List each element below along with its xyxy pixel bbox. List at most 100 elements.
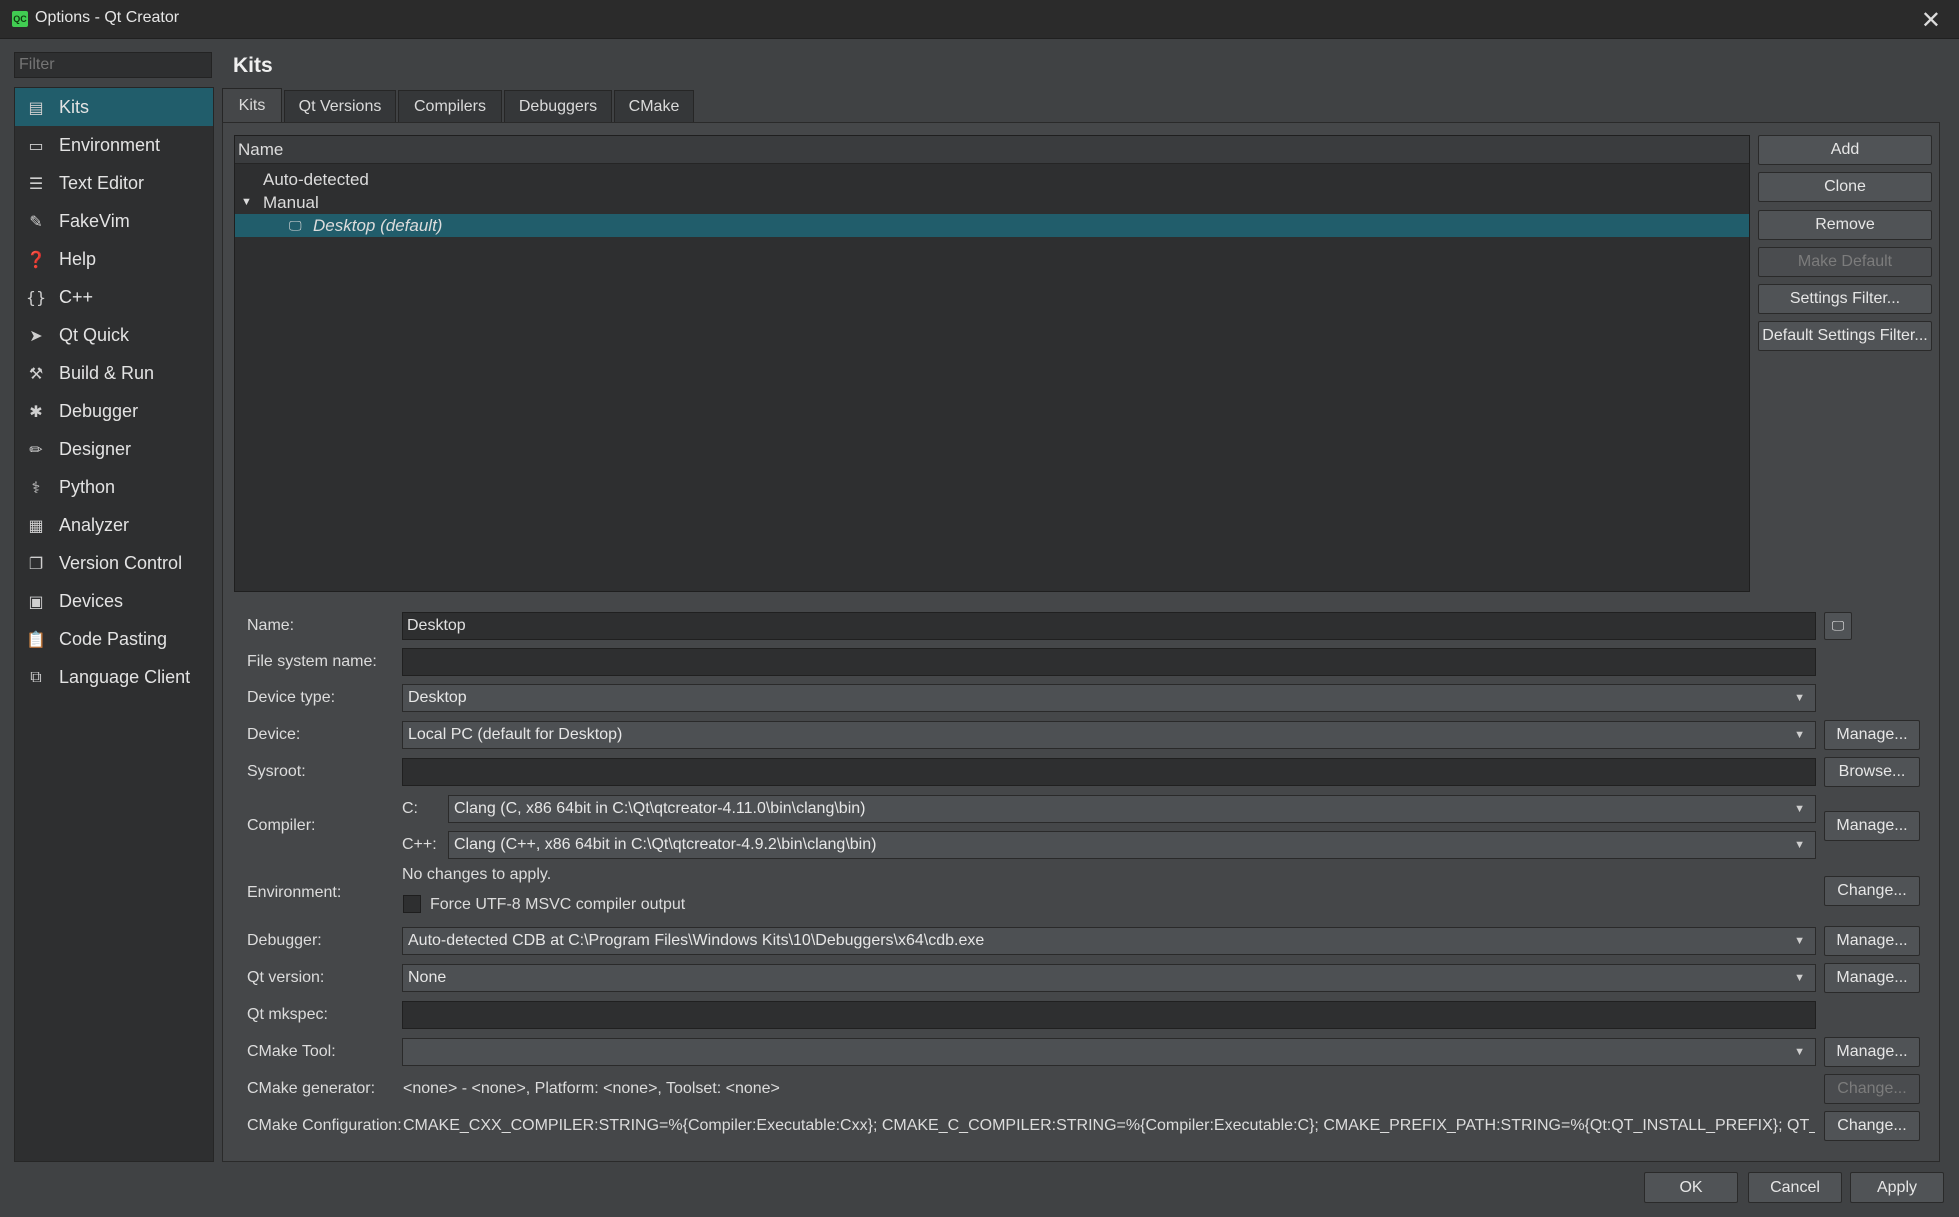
sidebar-item-qt-quick[interactable]: ➤ Qt Quick	[15, 316, 213, 354]
sidebar-item-version-control[interactable]: ❐ Version Control	[15, 544, 213, 582]
clone-button[interactable]: Clone	[1758, 172, 1932, 202]
filter-input[interactable]	[14, 52, 212, 78]
remove-button[interactable]: Remove	[1758, 210, 1932, 240]
sidebar-item-fakevim[interactable]: ✎ FakeVim	[15, 202, 213, 240]
pencil-icon: ✏	[29, 439, 43, 459]
name-field[interactable]: Desktop	[402, 612, 1816, 640]
sysroot-browse-button[interactable]: Browse...	[1824, 757, 1920, 787]
sidebar-item-label: Debugger	[59, 400, 139, 421]
window-title: Options - Qt Creator	[35, 9, 180, 26]
sidebar-item-build-run[interactable]: ⚒ Build & Run	[15, 354, 213, 392]
device-manage-button[interactable]: Manage...	[1824, 720, 1920, 750]
tree-item-label: Desktop (default)	[313, 216, 443, 235]
monitor-icon: 🖵	[1831, 618, 1845, 633]
sidebar-item-help[interactable]: ❓ Help	[15, 240, 213, 278]
qt-version-manage-button[interactable]: Manage...	[1824, 963, 1920, 993]
cpp-compiler-combo[interactable]: Clang (C++, x86 64bit in C:\Qt\qtcreator…	[448, 831, 1816, 859]
environment-change-button[interactable]: Change...	[1824, 876, 1920, 906]
tab-qt-versions[interactable]: Qt Versions	[284, 90, 396, 122]
monitor-icon: 🖵	[289, 218, 302, 233]
file-system-name-label: File system name:	[247, 653, 377, 670]
add-button[interactable]: Add	[1758, 135, 1932, 165]
debugger-value: Auto-detected CDB at C:\Program Files\Wi…	[408, 932, 985, 949]
tree-item-manual[interactable]: ▼ Manual	[235, 191, 1749, 214]
sidebar-item-cpp[interactable]: {} C++	[15, 278, 213, 316]
settings-filter-button[interactable]: Settings Filter...	[1758, 284, 1932, 314]
chevron-down-icon: ▼	[1794, 692, 1805, 704]
kit-icon-button[interactable]: 🖵	[1824, 612, 1852, 640]
tab-debuggers[interactable]: Debuggers	[504, 90, 612, 122]
chevron-down-icon: ▼	[1794, 972, 1805, 984]
qt-mkspec-field[interactable]	[402, 1001, 1816, 1029]
ok-button[interactable]: OK	[1644, 1172, 1738, 1203]
tree-item-auto-detected[interactable]: Auto-detected	[235, 168, 1749, 191]
cmake-tool-manage-button[interactable]: Manage...	[1824, 1037, 1920, 1067]
qt-mkspec-label: Qt mkspec:	[247, 1006, 328, 1023]
sidebar-item-environment[interactable]: ▭ Environment	[15, 126, 213, 164]
make-default-button[interactable]: Make Default	[1758, 247, 1932, 277]
chevron-down-icon: ▼	[1794, 935, 1805, 947]
sidebar-item-devices[interactable]: ▣ Devices	[15, 582, 213, 620]
sysroot-field[interactable]	[402, 758, 1816, 786]
help-icon: ❓	[26, 249, 46, 269]
file-system-name-field[interactable]	[402, 648, 1816, 676]
sidebar-item-label: Analyzer	[59, 514, 130, 535]
cmake-configuration-change-button[interactable]: Change...	[1824, 1111, 1920, 1141]
tree-item-desktop-kit[interactable]: 🖵 Desktop (default)	[235, 214, 1749, 237]
cpp-compiler-label: C++:	[402, 836, 437, 853]
bug-icon: ✱	[29, 401, 43, 421]
sidebar-item-label: Qt Quick	[59, 324, 130, 345]
apply-button[interactable]: Apply	[1850, 1172, 1944, 1203]
device-label: Device:	[247, 726, 301, 743]
sidebar-item-kits[interactable]: ▤ Kits	[15, 88, 213, 126]
debugger-combo[interactable]: Auto-detected CDB at C:\Program Files\Wi…	[402, 927, 1816, 955]
tree-header-name[interactable]: Name	[235, 136, 1749, 164]
cmake-tool-label: CMake Tool:	[247, 1043, 336, 1060]
title-bar: QC Options - Qt Creator ✕	[0, 0, 1959, 39]
debugger-label: Debugger:	[247, 932, 322, 949]
kits-tree[interactable]: Name Auto-detected ▼ Manual 🖵 Desktop (def…	[234, 135, 1750, 592]
default-settings-filter-button[interactable]: Default Settings Filter...	[1758, 321, 1932, 351]
sidebar-item-label: Environment	[59, 134, 161, 155]
tab-kits[interactable]: Kits	[222, 88, 282, 122]
c-compiler-combo[interactable]: Clang (C, x86 64bit in C:\Qt\qtcreator-4…	[448, 795, 1816, 823]
compiler-label: Compiler:	[247, 817, 316, 834]
python-icon: ⚕	[31, 477, 41, 497]
sidebar-item-designer[interactable]: ✏ Designer	[15, 430, 213, 468]
sidebar: ▤ Kits ▭ Environment ☰ Text Editor ✎ FakeVim…	[14, 87, 214, 1162]
sidebar-item-language-client[interactable]: ⧉ Language Client	[15, 658, 213, 696]
device-type-combo[interactable]: Desktop ▼	[402, 684, 1816, 712]
force-utf8-label[interactable]: Force UTF-8 MSVC compiler output	[430, 896, 685, 914]
cmake-tool-combo[interactable]: ▼	[402, 1038, 1816, 1066]
qt-version-combo[interactable]: None ▼	[402, 964, 1816, 992]
sidebar-item-code-pasting[interactable]: 📋 Code Pasting	[15, 620, 213, 658]
document-icon: ☰	[28, 173, 44, 193]
cmake-generator-change-button[interactable]: Change...	[1824, 1074, 1920, 1104]
debugger-manage-button[interactable]: Manage...	[1824, 926, 1920, 956]
braces-icon: {}	[25, 287, 47, 307]
tab-compilers[interactable]: Compilers	[398, 90, 502, 122]
cancel-button[interactable]: Cancel	[1748, 1172, 1842, 1203]
sidebar-item-text-editor[interactable]: ☰ Text Editor	[15, 164, 213, 202]
close-icon[interactable]: ✕	[1921, 6, 1941, 35]
device-type-value: Desktop	[408, 689, 467, 706]
analyzer-icon: ▦	[28, 515, 44, 535]
sidebar-item-debugger[interactable]: ✱ Debugger	[15, 392, 213, 430]
cpp-compiler-value: Clang (C++, x86 64bit in C:\Qt\qtcreator…	[454, 836, 877, 853]
clipboard-icon: 📋	[26, 629, 46, 649]
qt-version-value: None	[408, 969, 447, 986]
force-utf8-checkbox[interactable]	[403, 895, 421, 913]
chevron-down-icon: ▼	[1794, 1046, 1805, 1058]
cmake-configuration-label: CMake Configuration:	[247, 1117, 402, 1134]
cmake-generator-label: CMake generator:	[247, 1080, 376, 1097]
expand-arrow-icon[interactable]: ▼	[241, 191, 252, 214]
device-combo[interactable]: Local PC (default for Desktop) ▼	[402, 721, 1816, 749]
sidebar-item-label: FakeVim	[59, 210, 130, 231]
sidebar-item-label: Help	[59, 248, 97, 269]
sidebar-item-label: Text Editor	[59, 172, 145, 193]
compiler-manage-button[interactable]: Manage...	[1824, 811, 1920, 841]
devices-icon: ▣	[28, 591, 44, 611]
tab-cmake[interactable]: CMake	[614, 90, 694, 122]
sidebar-item-python[interactable]: ⚕ Python	[15, 468, 213, 506]
sidebar-item-analyzer[interactable]: ▦ Analyzer	[15, 506, 213, 544]
